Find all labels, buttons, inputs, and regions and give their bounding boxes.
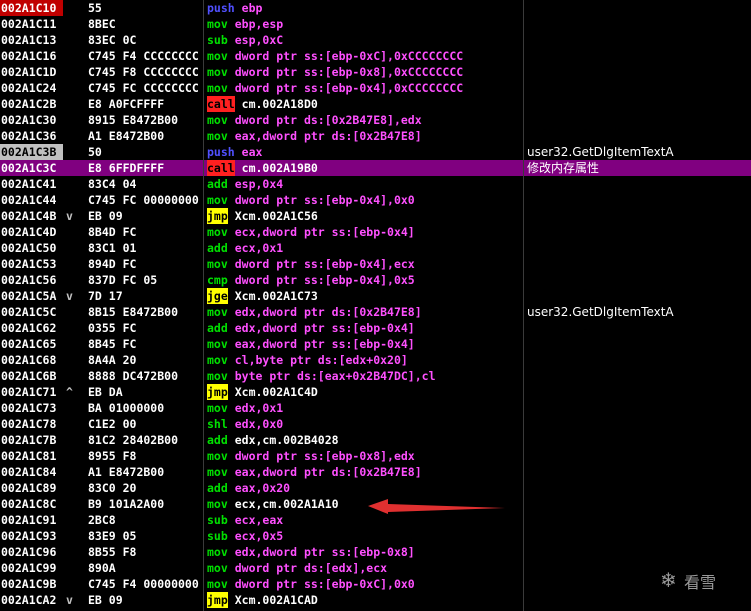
red-arrow-annotation xyxy=(368,499,505,514)
kanxue-watermark: ❄ 看雪 xyxy=(660,566,740,596)
watermark-text: 看雪 xyxy=(684,573,717,592)
snowflake-icon: ❄ xyxy=(660,568,677,592)
